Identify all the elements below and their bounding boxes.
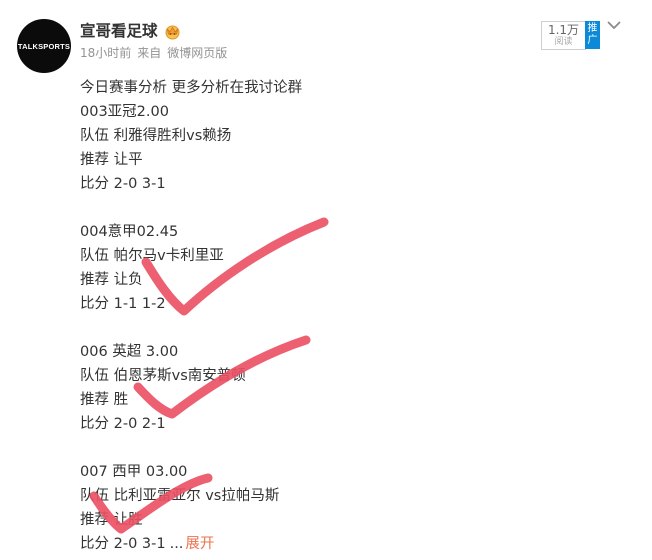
promote-button[interactable]: 推 广 xyxy=(585,21,600,49)
source-link[interactable]: 微博网页版 xyxy=(167,44,227,62)
read-label: 阅读 xyxy=(554,37,573,47)
crown-icon xyxy=(164,23,181,40)
author-name: 宣哥看足球 xyxy=(80,22,158,40)
post-line: 004意甲02.45 xyxy=(80,224,179,240)
source-prefix: 来自 xyxy=(137,46,162,60)
post-line: 今日赛事分析 更多分析在我讨论群 xyxy=(80,80,303,96)
post-line: 推荐 让胜 xyxy=(80,512,143,528)
read-count: 1.1万 xyxy=(547,23,580,37)
last-line-text: 比分 2-0 3-1 xyxy=(80,536,166,552)
post-line: 推荐 让负 xyxy=(80,272,143,288)
post-line: 006 英超 3.00 xyxy=(80,344,179,360)
post-line: 队伍 利雅得胜利vs赖扬 xyxy=(80,128,232,144)
post-line: 队伍 比利亚雷亚尔 vs拉帕马斯 xyxy=(80,488,280,504)
post-line: 队伍 伯恩茅斯vs南安普顿 xyxy=(80,368,246,384)
promote-label-bottom: 广 xyxy=(587,35,598,46)
read-count-box: 1.1万 阅读 xyxy=(541,21,586,50)
post-meta: 18小时前 来自 微博网页版 xyxy=(80,44,227,62)
post-header: 宣哥看足球 18小时前 来自 微博网页版 xyxy=(80,20,227,62)
post-line: 比分 2-0 2-1 xyxy=(80,416,166,432)
avatar[interactable]: TALKSPORTS xyxy=(17,19,71,73)
post-line: 003亚冠2.00 xyxy=(80,104,169,120)
expand-link[interactable]: 展开 xyxy=(185,536,214,552)
ellipsis: ... xyxy=(169,536,184,552)
post-last-line: 比分 2-0 3-1... 展开 xyxy=(80,532,620,556)
post-content: 今日赛事分析 更多分析在我讨论群 003亚冠2.00 队伍 利雅得胜利vs赖扬 … xyxy=(80,76,620,556)
promote-label-top: 推 xyxy=(587,23,598,34)
username-link[interactable]: 宣哥看足球 xyxy=(80,20,227,42)
avatar-text: TALKSPORTS xyxy=(17,41,71,51)
post-line: 推荐 让平 xyxy=(80,152,143,168)
post-line: 推荐 胜 xyxy=(80,392,129,408)
post-line: 比分 2-0 3-1 xyxy=(80,176,166,192)
chevron-down-icon[interactable] xyxy=(605,16,623,34)
post-line: 队伍 帕尔马v卡利里亚 xyxy=(80,248,224,264)
post-line: 007 西甲 03.00 xyxy=(80,464,188,480)
post-line: 比分 1-1 1-2 xyxy=(80,296,166,312)
post-time[interactable]: 18小时前 xyxy=(80,44,131,62)
